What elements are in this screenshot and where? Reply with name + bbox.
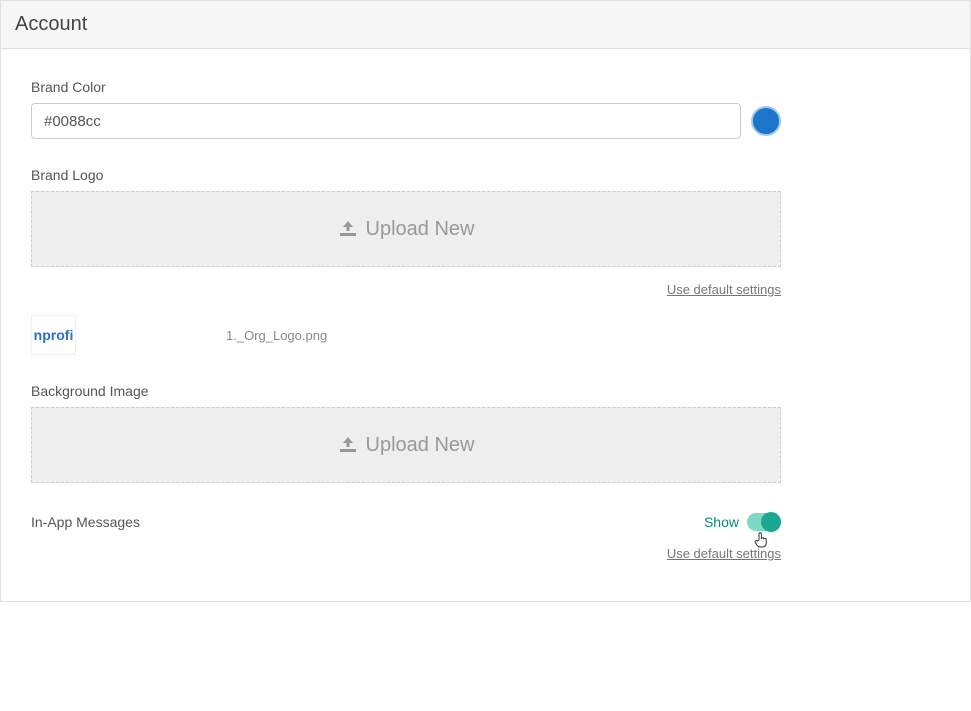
- upload-label: Upload New: [366, 218, 475, 241]
- background-image-field: Background Image Upload New: [31, 383, 940, 483]
- upload-label: Upload New: [366, 434, 475, 457]
- background-image-upload[interactable]: Upload New: [31, 407, 781, 483]
- account-panel: Account Brand Color Brand Logo Upload Ne…: [0, 0, 971, 602]
- brand-logo-filename: 1._Org_Logo.png: [226, 328, 327, 343]
- upload-icon: [338, 435, 358, 456]
- brand-color-swatch[interactable]: [751, 106, 781, 136]
- brand-logo-preview: nprofi: [31, 315, 76, 355]
- background-image-label: Background Image: [31, 383, 940, 399]
- brand-color-field: Brand Color: [31, 79, 940, 139]
- in-app-toggle-wrap: Show: [704, 513, 781, 531]
- in-app-toggle[interactable]: [747, 513, 781, 531]
- brand-color-input[interactable]: [31, 103, 741, 139]
- brand-logo-upload[interactable]: Upload New: [31, 191, 781, 267]
- upload-icon: [338, 219, 358, 240]
- brand-logo-preview-row: nprofi 1._Org_Logo.png: [31, 315, 940, 355]
- in-app-link-row: Use default settings: [31, 545, 781, 561]
- panel-header: Account: [1, 1, 970, 49]
- page-title: Account: [15, 13, 956, 36]
- brand-logo-label: Brand Logo: [31, 167, 940, 183]
- in-app-toggle-knob: [761, 512, 781, 532]
- in-app-default-link[interactable]: Use default settings: [667, 546, 781, 561]
- brand-logo-field: Brand Logo Upload New Use default settin…: [31, 167, 940, 355]
- brand-logo-link-row: Use default settings: [31, 281, 781, 297]
- brand-color-label: Brand Color: [31, 79, 940, 95]
- in-app-messages-row: In-App Messages Show: [31, 513, 781, 531]
- brand-logo-default-link[interactable]: Use default settings: [667, 282, 781, 297]
- brand-logo-preview-text: nprofi: [34, 327, 74, 343]
- in-app-messages-label: In-App Messages: [31, 514, 140, 530]
- brand-color-row: [31, 103, 940, 139]
- panel-body: Brand Color Brand Logo Upload New Use de…: [1, 49, 970, 601]
- in-app-toggle-text: Show: [704, 514, 739, 530]
